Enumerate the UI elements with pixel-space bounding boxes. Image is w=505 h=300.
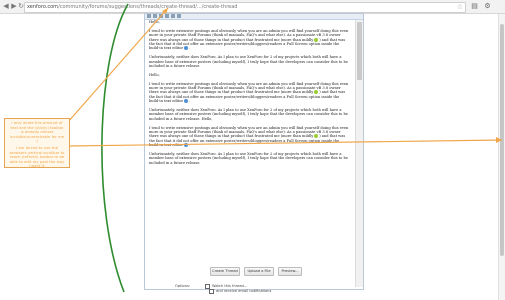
annotation-callout: I only wrote this amount of text and the… [4,118,70,168]
annotation-overlay [67,3,503,293]
annotation-line-1: I only wrote this amount of text and the… [9,120,65,144]
annotation-curve [101,3,129,293]
annotation-arrowhead-scrollbar [496,137,502,143]
annotation-line-2: I am forced to use the browsers vertical… [9,144,65,169]
annotation-arrow-scrollbar [67,139,503,147]
annotation-text: I only wrote this amount of text and the… [9,120,65,171]
